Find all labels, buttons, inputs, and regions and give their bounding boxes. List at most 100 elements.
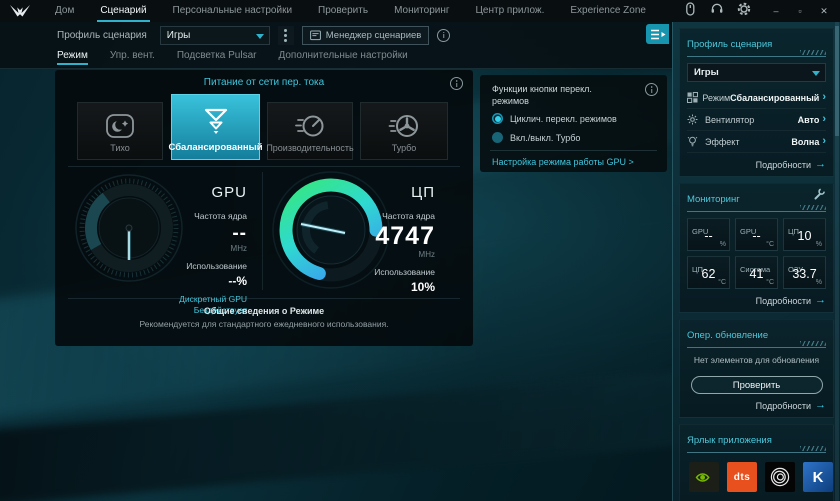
divider bbox=[490, 150, 657, 151]
radio-unselected-icon bbox=[492, 132, 503, 143]
gpu-mode-settings-link[interactable]: Настройка режима работы GPU > bbox=[492, 157, 634, 167]
scenario-profile-select[interactable]: Игры bbox=[159, 25, 270, 45]
restore-button[interactable]: ▫ bbox=[788, 0, 812, 22]
tab-advanced-settings[interactable]: Дополнительные настройки bbox=[278, 50, 407, 65]
dts-app-icon[interactable]: dts bbox=[727, 462, 757, 492]
row-value: Волна bbox=[791, 136, 820, 147]
hatch-decoration bbox=[800, 341, 826, 346]
speedometer-icon bbox=[295, 115, 324, 137]
radio-cycle-modes[interactable]: Циклич. перекл. режимов bbox=[492, 113, 617, 124]
scenario-toolbar: Профиль сценария Игры Менеджер сценариев bbox=[57, 25, 451, 45]
chevron-right-icon: › bbox=[822, 113, 826, 125]
tab-mode[interactable]: Режим bbox=[57, 50, 88, 65]
mode-label: Тихо bbox=[110, 143, 130, 153]
nvidia-app-icon[interactable] bbox=[689, 462, 719, 492]
nav-item-check[interactable]: Проверить bbox=[318, 0, 368, 22]
details-label: Подробности bbox=[755, 400, 811, 411]
nav-item-app-center[interactable]: Центр прилож. bbox=[476, 0, 545, 22]
section-header: Ярлык приложения bbox=[687, 430, 826, 453]
tile-unit: °C bbox=[718, 279, 726, 286]
scenario-manager-button[interactable]: Менеджер сценариев bbox=[301, 25, 430, 45]
sidebar-section-profile: Профиль сценария Игры Режим Сбалансирова… bbox=[679, 28, 834, 177]
hatch-decoration bbox=[800, 446, 826, 451]
gpu-freq-label: Частота ядра bbox=[194, 211, 247, 221]
monitoring-details-link[interactable]: Подробности → bbox=[687, 295, 826, 306]
row-label: Режим bbox=[702, 92, 731, 103]
minimize-button[interactable]: – bbox=[764, 0, 788, 22]
tab-pulsar-lighting[interactable]: Подсветка Pulsar bbox=[177, 50, 257, 65]
sidebar-profile-value: Игры bbox=[694, 67, 719, 78]
info-icon[interactable] bbox=[450, 77, 463, 90]
section-header: Опер. обновление bbox=[687, 325, 826, 348]
headset-icon[interactable] bbox=[710, 2, 724, 20]
nav-item-monitoring[interactable]: Мониторинг bbox=[394, 0, 449, 22]
tile-gpu-usage: GPU -- % bbox=[687, 218, 730, 251]
nav-item-personal-settings[interactable]: Персональные настройки bbox=[173, 0, 293, 22]
killer-label: K bbox=[812, 468, 824, 486]
killer-app-icon[interactable]: K bbox=[803, 462, 833, 492]
tile-unit: % bbox=[719, 241, 726, 248]
nav-item-home[interactable]: Дом bbox=[55, 0, 74, 22]
update-section-title: Опер. обновление bbox=[687, 330, 769, 341]
profile-details-link[interactable]: Подробности → bbox=[687, 159, 826, 170]
close-button[interactable]: ✕ bbox=[812, 0, 836, 22]
chevron-right-icon: › bbox=[822, 135, 826, 147]
profile-section-title: Профиль сценария bbox=[687, 39, 773, 50]
gpu-title: GPU bbox=[211, 184, 247, 201]
sidebar-toggle-button[interactable] bbox=[646, 24, 669, 44]
sidebar-section-update: Опер. обновление Нет элементов для обнов… bbox=[679, 319, 834, 418]
gear-icon[interactable] bbox=[737, 2, 751, 21]
tab-fan-control[interactable]: Упр. вент. bbox=[110, 50, 155, 65]
radio-turbo-toggle[interactable]: Вкл./выкл. Турбо bbox=[492, 132, 580, 143]
radio-selected-icon bbox=[492, 113, 503, 124]
more-options-button[interactable] bbox=[277, 25, 294, 45]
gpu-stats: GPU Частота ядра -- MHz Использование --… bbox=[161, 184, 247, 317]
mode-label: Турбо bbox=[391, 143, 417, 153]
tile-unit: °C bbox=[766, 279, 774, 286]
manager-window-icon bbox=[309, 30, 321, 40]
sidebar-profile-select[interactable]: Игры bbox=[687, 63, 826, 82]
monitoring-tiles: GPU -- % GPU -- °C ЦП 10 % ЦП 62 °C Сист… bbox=[687, 218, 826, 289]
spiral-app-icon[interactable] bbox=[765, 462, 795, 492]
check-updates-button[interactable]: Проверить bbox=[690, 376, 823, 394]
row-value: Авто bbox=[797, 114, 820, 125]
update-details-link[interactable]: Подробности → bbox=[687, 400, 826, 411]
app-shortcuts: dts K bbox=[687, 459, 833, 494]
info-icon[interactable] bbox=[437, 28, 451, 42]
update-empty-text: Нет элементов для обновления bbox=[693, 355, 820, 365]
gpu-usage-label: Использование bbox=[186, 261, 247, 271]
mode-label: Производительность bbox=[266, 143, 354, 153]
turbo-fan-icon bbox=[388, 115, 418, 137]
profile-row-fan[interactable]: Вентилятор Авто › bbox=[687, 109, 826, 131]
arrow-right-icon: → bbox=[815, 399, 826, 411]
predator-sense-window: Дом Сценарий Персональные настройки Пров… bbox=[0, 0, 840, 501]
section-header: Профиль сценария bbox=[687, 34, 826, 57]
wrench-icon[interactable] bbox=[813, 187, 825, 205]
divider bbox=[68, 166, 460, 167]
sidebar-section-monitoring: Мониторинг GPU -- % GPU -- °C ЦП 10 % ЦП… bbox=[679, 183, 834, 313]
tile-cpu-usage: ЦП 10 % bbox=[783, 218, 826, 251]
tile-unit: % bbox=[815, 241, 822, 248]
mode-button-performance[interactable]: Производительность bbox=[266, 102, 354, 160]
bulb-icon bbox=[687, 136, 701, 148]
mouse-icon[interactable] bbox=[683, 1, 697, 21]
info-icon[interactable] bbox=[645, 83, 658, 96]
profile-row-effect[interactable]: Эффект Волна › bbox=[687, 131, 826, 153]
mode-button-balanced[interactable]: Сбалансированный bbox=[168, 94, 263, 160]
mode-button-quiet[interactable]: Тихо bbox=[77, 102, 163, 160]
nav-item-scenario[interactable]: Сценарий bbox=[97, 0, 150, 22]
mode-label: Сбалансированный bbox=[168, 142, 263, 153]
sidebar-scrollbar[interactable] bbox=[835, 22, 839, 501]
cpu-freq-unit: MHz bbox=[418, 250, 435, 259]
profile-row-mode[interactable]: Режим Сбалансированный › bbox=[687, 87, 826, 109]
fan-icon bbox=[687, 114, 701, 125]
apps-section-title: Ярлык приложения bbox=[687, 435, 772, 446]
mode-button-turbo[interactable]: Турбо bbox=[360, 102, 448, 160]
divider bbox=[262, 172, 263, 290]
hatch-decoration bbox=[800, 50, 826, 55]
nav-item-experience-zone[interactable]: Experience Zone bbox=[570, 0, 646, 22]
cpu-usage-label: Использование bbox=[374, 267, 435, 277]
vertical-dots-icon bbox=[284, 33, 288, 37]
hatch-decoration bbox=[800, 205, 826, 210]
sidebar-section-app-shortcuts: Ярлык приложения dts K Подробности bbox=[679, 424, 834, 501]
